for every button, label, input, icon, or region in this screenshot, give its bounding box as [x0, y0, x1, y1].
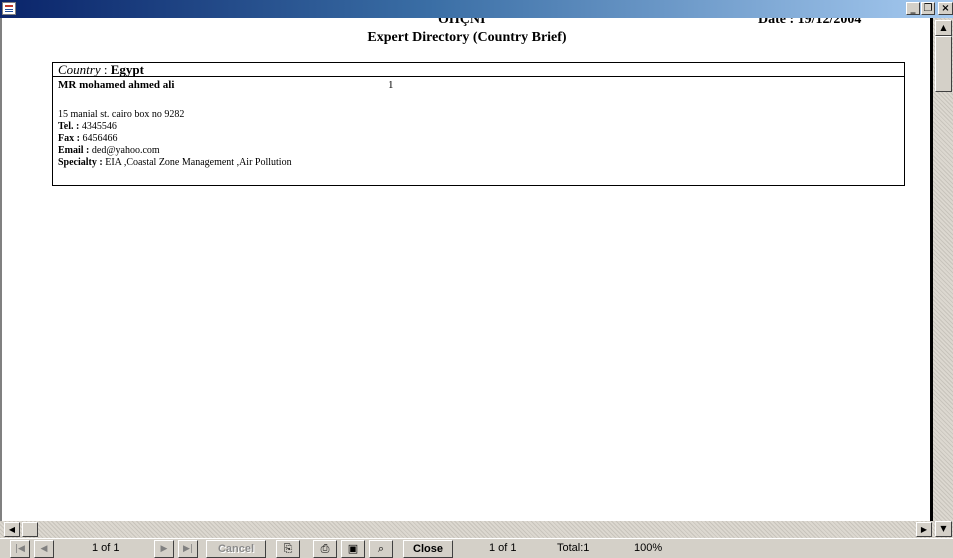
vertical-scrollbar[interactable]	[933, 18, 953, 538]
tel-line: Tel. : 4345546	[58, 121, 117, 132]
prev-page-icon[interactable]: ◀	[34, 540, 54, 558]
report-date: Date : 19/12/2004	[758, 18, 862, 27]
scroll-down-icon[interactable]: ▼	[935, 521, 952, 537]
title-bar: _ ❐ ×	[0, 0, 953, 18]
tel-label: Tel. :	[58, 121, 80, 132]
page-indicator: 1 of 1	[92, 542, 120, 554]
report-page: ОПÇNI Date : 19/12/2004 Expert Directory…	[0, 18, 930, 521]
record-number: 1	[388, 79, 394, 91]
specialty-line: Specialty : EIA ,Coastal Zone Management…	[58, 157, 292, 168]
search-icon[interactable]: ⌕	[369, 540, 393, 558]
address: 15 manial st. cairo box no 9282	[58, 109, 185, 120]
tel-value: 4345546	[81, 121, 117, 132]
print-icon[interactable]: ⎙	[313, 540, 337, 558]
first-page-icon[interactable]: |◀	[10, 540, 30, 558]
close-button[interactable]: Close	[403, 540, 453, 558]
fax-value: 6456466	[82, 133, 118, 144]
minimize-icon[interactable]: _	[906, 2, 920, 15]
country-label: Country	[58, 62, 101, 77]
scroll-up-icon[interactable]: ▲	[935, 20, 952, 36]
email-value: ded@yahoo.com	[91, 145, 160, 156]
app-icon	[2, 2, 16, 15]
vertical-scroll-thumb[interactable]	[935, 36, 952, 92]
report-toolbar: |◀ ◀ 1 of 1 ▶ ▶| Cancel ⎘ ⎙ ▣ ⌕ Close 1 …	[0, 538, 953, 558]
specialty-value: EIA ,Coastal Zone Management ,Air Pollut…	[105, 157, 292, 168]
expert-record: Country : Egypt MR mohamed ahmed ali 1 1…	[52, 62, 905, 186]
scroll-left-icon[interactable]: ◀	[4, 522, 20, 537]
country-value: Egypt	[110, 62, 144, 77]
email-label: Email :	[58, 145, 90, 156]
zoom-level: 100%	[634, 542, 663, 554]
country-sep: :	[100, 62, 111, 77]
fax-line: Fax : 6456466	[58, 133, 117, 144]
expert-name: MR mohamed ahmed ali	[58, 79, 175, 91]
scroll-right-icon[interactable]: ▶	[916, 522, 932, 537]
cancel-button[interactable]: Cancel	[206, 540, 266, 558]
page-status: 1 of 1	[489, 542, 517, 554]
report-header-cut: ОПÇNI	[438, 18, 486, 27]
total-records: Total:1	[557, 542, 590, 554]
last-page-icon[interactable]: ▶|	[178, 540, 198, 558]
export-icon[interactable]: ⎘	[276, 540, 300, 558]
close-icon[interactable]: ×	[938, 2, 953, 15]
fax-label: Fax :	[58, 133, 80, 144]
horizontal-scroll-thumb[interactable]	[22, 522, 38, 537]
horizontal-scrollbar[interactable]	[0, 521, 933, 538]
report-title: Expert Directory (Country Brief)	[367, 30, 567, 45]
next-page-icon[interactable]: ▶	[154, 540, 174, 558]
country-header: Country : Egypt	[53, 63, 904, 77]
email-line: Email : ded@yahoo.com	[58, 145, 160, 156]
specialty-label: Specialty :	[58, 157, 103, 168]
setup-icon[interactable]: ▣	[341, 540, 365, 558]
maximize-icon[interactable]: ❐	[921, 2, 935, 15]
